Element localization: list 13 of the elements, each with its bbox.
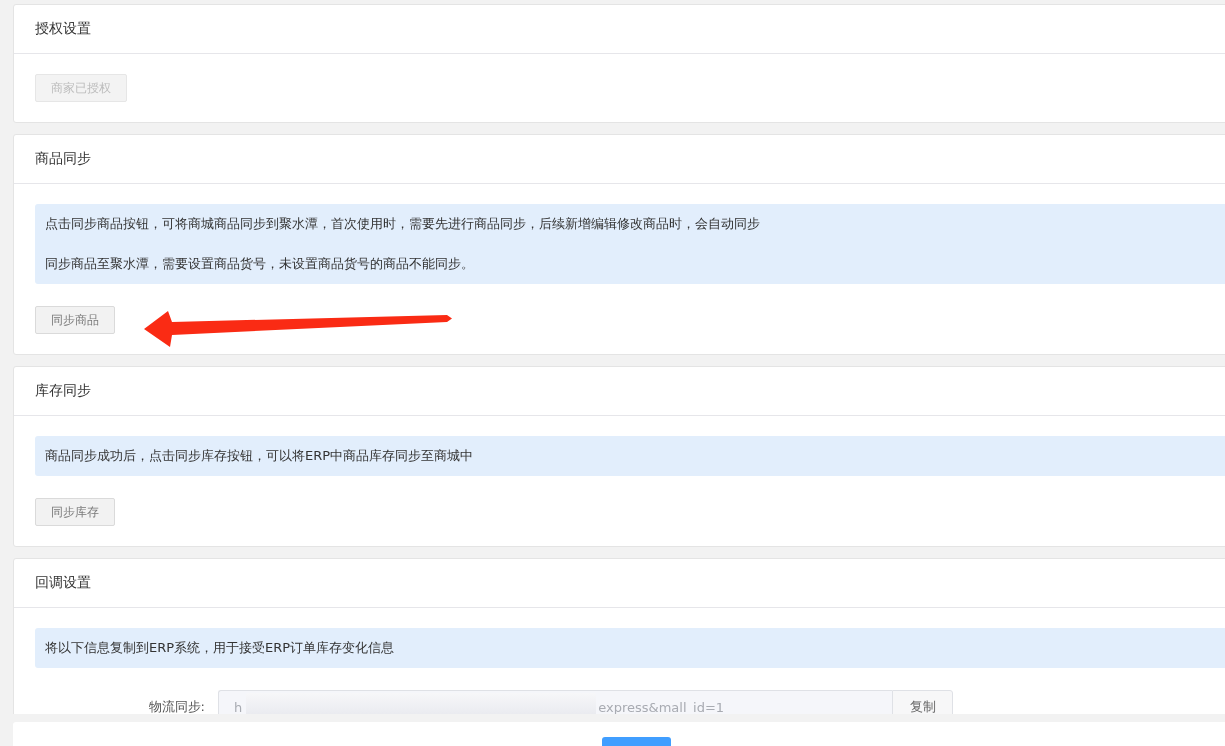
section-title: 商品同步 — [35, 150, 91, 168]
section-title: 授权设置 — [35, 20, 91, 38]
notice-text: 点击同步商品按钮，可将商城商品同步到聚水潭，首次使用时，需要先进行商品同步，后续新增编辑修改商品时，会自动同步 — [44, 215, 761, 233]
field-label: 物流同步: — [147, 698, 206, 714]
notice-text: 商品同步成功后，点击同步库存按钮，可以将ERP中商品库存同步至商城中 — [44, 447, 475, 465]
section-title: 库存同步 — [35, 382, 91, 400]
notice-text: 同步商品至聚水潭，需要设置商品货号，未设置商品货号的商品不能同步。 — [44, 255, 475, 273]
section-title: 回调设置 — [35, 574, 91, 592]
action-button[interactable]: 同步库存 — [35, 498, 115, 526]
notice-text: 将以下信息复制到ERP系统，用于接受ERP订单库存变化信息 — [44, 639, 396, 657]
action-button[interactable]: 同步商品 — [35, 306, 115, 334]
copy-button[interactable]: 复制 — [892, 690, 953, 714]
url-field[interactable]: h express&mall_id=1 — [218, 690, 892, 714]
